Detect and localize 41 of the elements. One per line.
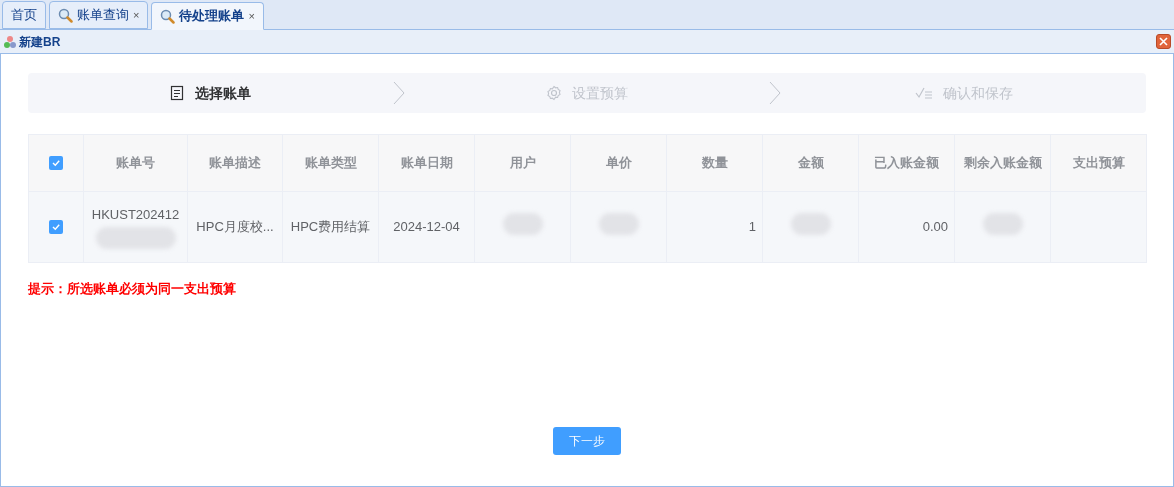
column-header: 账单描述 [187, 134, 283, 192]
column-header: 数量 [666, 134, 763, 192]
column-header: 账单类型 [282, 134, 379, 192]
chevron-icon [769, 81, 782, 105]
column-header: 单价 [570, 134, 667, 192]
column-header: 账单日期 [378, 134, 475, 192]
bill-number: HKUST202412 [91, 206, 180, 225]
column-header: 支出预算 [1050, 134, 1147, 192]
column-header: 剩余入账金额 [954, 134, 1051, 192]
search-icon [58, 7, 73, 23]
tab[interactable]: 首页 [2, 1, 46, 29]
hint-text: 提示：所选账单必须为同一支出预算 [28, 280, 237, 298]
checkbox[interactable] [49, 220, 63, 234]
tab[interactable]: 账单查询 × [49, 1, 149, 29]
tab[interactable]: 待处理账单 × [151, 2, 264, 30]
close-icon[interactable]: × [133, 6, 140, 24]
table-cell: 1 [666, 191, 763, 263]
column-header: 账单号 [83, 134, 188, 192]
search-icon [160, 8, 176, 24]
column-header: 已入账金额 [858, 134, 955, 192]
step-label: 选择账单 [195, 83, 252, 103]
tab-label: 账单查询 [77, 6, 129, 25]
check-icon [51, 222, 61, 232]
table-cell: 2024-12-04 [378, 191, 475, 263]
close-button[interactable] [1156, 34, 1171, 49]
close-icon[interactable]: × [248, 7, 255, 25]
table-cell: 0.00 [858, 191, 955, 263]
chevron-icon [392, 81, 405, 105]
check-icon [51, 158, 61, 168]
panel-title: 新建BR [19, 33, 61, 51]
gear-icon [546, 85, 562, 101]
table-cell: HPC费用结算 [282, 191, 379, 263]
table-cell: HPC月度校... [187, 191, 283, 263]
tab-label: 待处理账单 [179, 7, 245, 26]
tab-label: 首页 [11, 6, 37, 25]
group-icon [3, 34, 17, 49]
column-header: 金额 [762, 134, 859, 192]
checkbox[interactable] [49, 156, 63, 170]
document-icon [169, 85, 186, 101]
column-header: 用户 [474, 134, 571, 192]
checklist-icon [914, 86, 933, 100]
